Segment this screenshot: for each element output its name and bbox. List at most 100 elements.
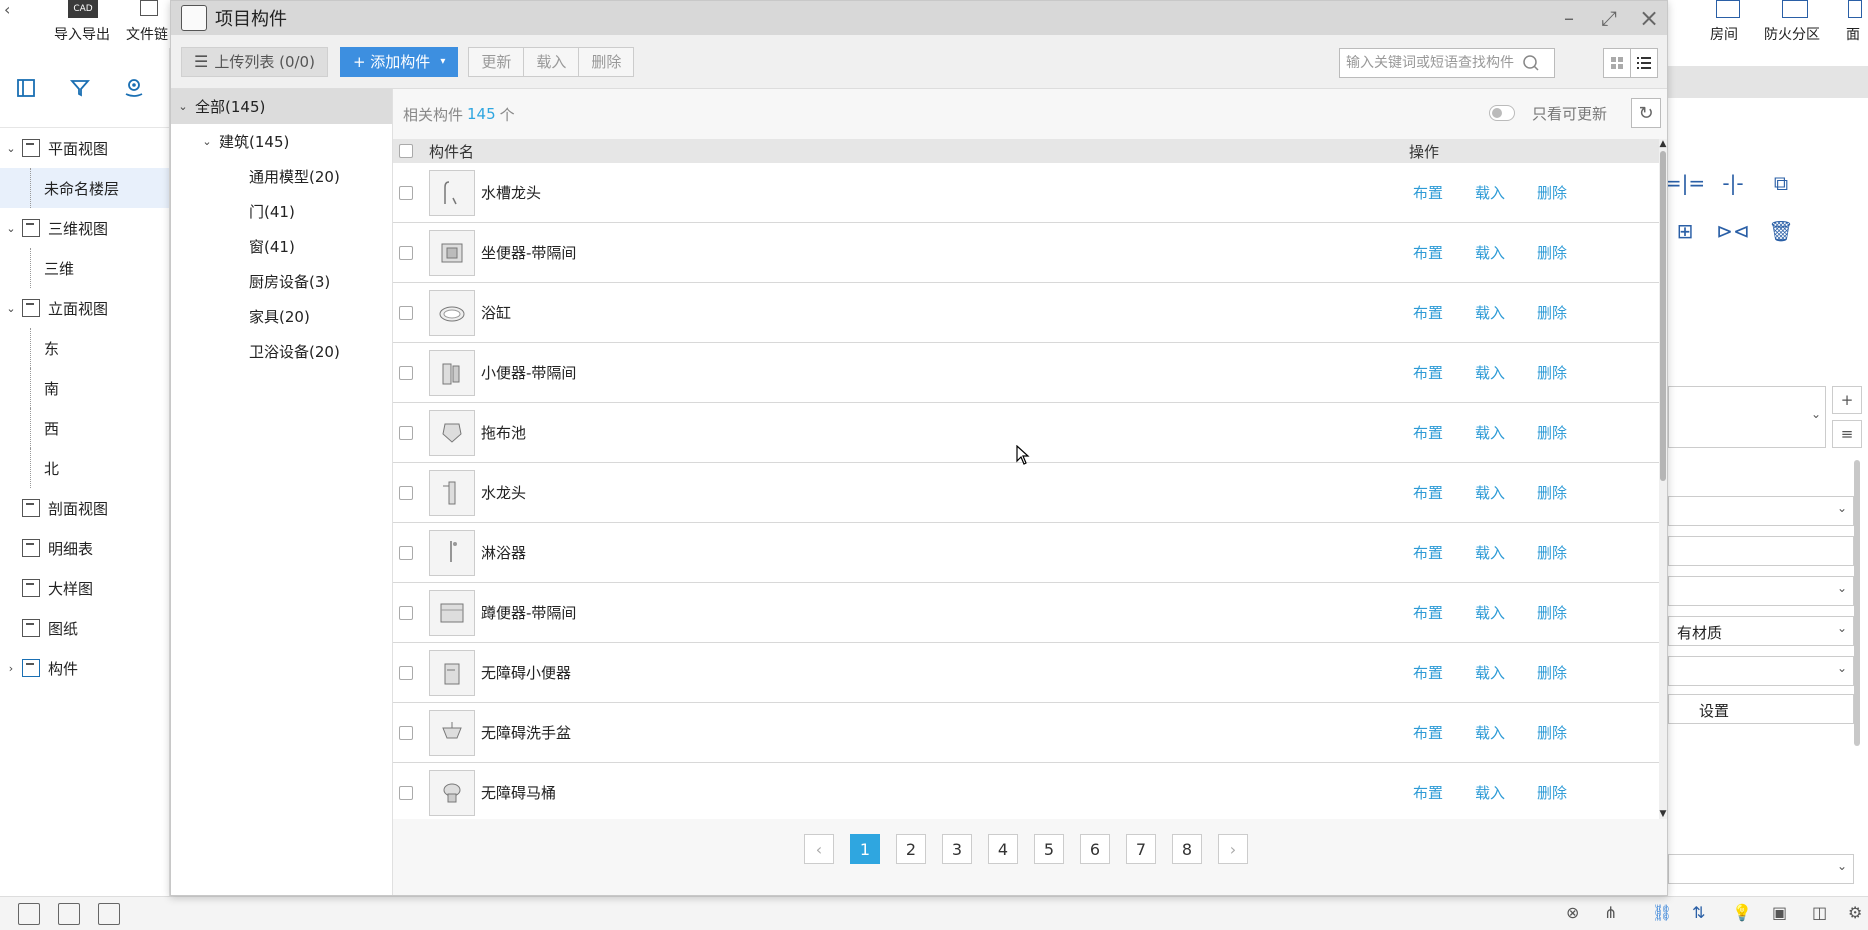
minimize-button[interactable]: – (1549, 3, 1589, 33)
list-view-button[interactable] (1630, 48, 1658, 78)
delete-link[interactable]: 删除 (1537, 362, 1567, 383)
tree-item-west[interactable]: 西 (0, 408, 169, 448)
place-link[interactable]: 布置 (1413, 782, 1443, 803)
tree-item-3d[interactable]: 三维 (0, 248, 169, 288)
chevron-right-icon[interactable]: › (0, 662, 22, 675)
load-link[interactable]: 载入 (1475, 362, 1505, 383)
room-button[interactable]: 房间 (1710, 0, 1746, 48)
load-button[interactable]: 载入 (523, 46, 580, 77)
scroll-down-icon[interactable]: ▼ (1659, 809, 1667, 819)
upload-list-button[interactable]: ☰ 上传列表 (0/0) (181, 46, 328, 77)
table-row[interactable]: 蹲便器-带隔间 布置 载入 删除 (393, 583, 1659, 643)
chevron-down-icon[interactable]: ⌄ (0, 302, 22, 315)
page-button[interactable]: 1 (850, 834, 880, 864)
settings-button[interactable]: 设置 (1668, 694, 1854, 724)
chevron-down-icon[interactable]: ⌄ (171, 100, 195, 113)
refresh-button[interactable]: ↻ (1631, 98, 1661, 128)
search-input[interactable] (1346, 55, 1522, 71)
settings-icon[interactable]: ⚙ (1848, 903, 1862, 922)
tree-item-floor-plans[interactable]: ⌄ 平面视图 (0, 128, 169, 168)
category-kitchen[interactable]: 厨房设备(3) (171, 264, 392, 299)
layout-view-icon[interactable] (98, 902, 120, 925)
property-field-6[interactable]: ⌄ (1668, 854, 1854, 884)
table-row[interactable]: 无障碍马桶 布置 载入 删除 (393, 763, 1659, 819)
trash-icon[interactable]: 🗑 (1768, 218, 1794, 244)
tree-item-elevations[interactable]: ⌄ 立面视图 (0, 288, 169, 328)
place-link[interactable]: 布置 (1413, 662, 1443, 683)
tree-item-schedules[interactable]: 明细表 (0, 528, 169, 568)
property-field-3[interactable]: ⌄ (1668, 576, 1854, 606)
place-link[interactable]: 布置 (1413, 542, 1443, 563)
load-link[interactable]: 载入 (1475, 482, 1505, 503)
page-button[interactable]: 3 (942, 834, 972, 864)
row-checkbox[interactable] (399, 245, 413, 260)
load-link[interactable]: 载入 (1475, 242, 1505, 263)
chevron-down-icon[interactable]: ⌄ (195, 135, 219, 148)
scroll-up-icon[interactable]: ▲ (1659, 139, 1667, 149)
align-icon[interactable]: =|= (1665, 170, 1705, 196)
property-field-5[interactable]: ⌄ (1668, 656, 1854, 686)
category-sanitary[interactable]: 卫浴设备(20) (171, 334, 392, 369)
table-row[interactable]: 无障碍洗手盆 布置 载入 删除 (393, 703, 1659, 763)
row-checkbox[interactable] (399, 545, 413, 560)
delete-button[interactable]: 删除 (578, 46, 635, 77)
dialog-titlebar[interactable]: 项目构件 – ⤢ × (171, 1, 1667, 35)
page-button[interactable]: 8 (1172, 834, 1202, 864)
page-button[interactable]: 6 (1080, 834, 1110, 864)
place-link[interactable]: 布置 (1413, 482, 1443, 503)
place-link[interactable]: 布置 (1413, 362, 1443, 383)
magnet-icon[interactable]: ⋔ (1604, 903, 1617, 922)
material-select[interactable]: 有材质 ⌄ (1668, 616, 1854, 646)
table-row[interactable]: 小便器-带隔间 布置 载入 删除 (393, 343, 1659, 403)
category-furniture[interactable]: 家具(20) (171, 299, 392, 334)
link-icon[interactable]: ⛓ (1652, 903, 1672, 922)
grid-view-icon[interactable] (18, 902, 40, 925)
chevron-down-icon[interactable]: ⌄ (0, 142, 22, 155)
update-button[interactable]: 更新 (468, 46, 525, 77)
panel-scrollbar[interactable] (1854, 460, 1860, 746)
row-checkbox[interactable] (399, 725, 413, 740)
select-all-checkbox[interactable] (399, 144, 413, 158)
updatable-only-toggle[interactable] (1489, 105, 1515, 121)
delete-link[interactable]: 删除 (1537, 482, 1567, 503)
page-button[interactable]: 7 (1126, 834, 1156, 864)
table-row[interactable]: 浴缸 布置 载入 删除 (393, 283, 1659, 343)
mirror-icon[interactable]: ⊳⊲ (1716, 218, 1750, 244)
file-link-button[interactable]: 文件链 (126, 0, 172, 48)
chevron-down-icon[interactable]: ⌄ (0, 222, 22, 235)
load-link[interactable]: 载入 (1475, 722, 1505, 743)
search-icon[interactable] (1522, 54, 1540, 72)
row-checkbox[interactable] (399, 425, 413, 440)
place-link[interactable]: 布置 (1413, 242, 1443, 263)
tree-item-unnamed-floor[interactable]: 未命名楼层 (0, 168, 169, 208)
category-architecture[interactable]: ⌄ 建筑(145) (171, 124, 392, 159)
table-row[interactable]: 无障碍小便器 布置 载入 删除 (393, 643, 1659, 703)
list-scrollbar[interactable]: ▲ ▼ (1659, 139, 1667, 819)
tree-item-north[interactable]: 北 (0, 448, 169, 488)
tree-item-details[interactable]: 大样图 (0, 568, 169, 608)
next-page-button[interactable]: › (1218, 834, 1248, 864)
snap-icon[interactable]: ⇅ (1692, 903, 1705, 922)
place-link[interactable]: 布置 (1413, 422, 1443, 443)
row-checkbox[interactable] (399, 785, 413, 800)
page-button[interactable]: 4 (988, 834, 1018, 864)
delete-link[interactable]: 删除 (1537, 722, 1567, 743)
row-checkbox[interactable] (399, 605, 413, 620)
split-icon[interactable]: -|- (1720, 170, 1746, 196)
row-checkbox[interactable] (399, 365, 413, 380)
property-field-2[interactable] (1668, 536, 1854, 566)
page-button[interactable]: 5 (1034, 834, 1064, 864)
window-icon[interactable]: ▣ (1772, 903, 1787, 922)
table-row[interactable]: 淋浴器 布置 载入 删除 (393, 523, 1659, 583)
close-circle-icon[interactable]: ⊗ (1566, 903, 1579, 922)
back-arrow-icon[interactable]: ‹ (4, 0, 10, 19)
delete-link[interactable]: 删除 (1537, 302, 1567, 323)
row-checkbox[interactable] (399, 185, 413, 200)
load-link[interactable]: 载入 (1475, 782, 1505, 803)
load-link[interactable]: 载入 (1475, 662, 1505, 683)
close-button[interactable]: × (1629, 3, 1669, 33)
load-link[interactable]: 载入 (1475, 542, 1505, 563)
category-generic-model[interactable]: 通用模型(20) (171, 159, 392, 194)
fire-zone-button[interactable]: 防火分区 (1764, 0, 1828, 48)
tree-item-components[interactable]: › 构件 (0, 648, 169, 688)
